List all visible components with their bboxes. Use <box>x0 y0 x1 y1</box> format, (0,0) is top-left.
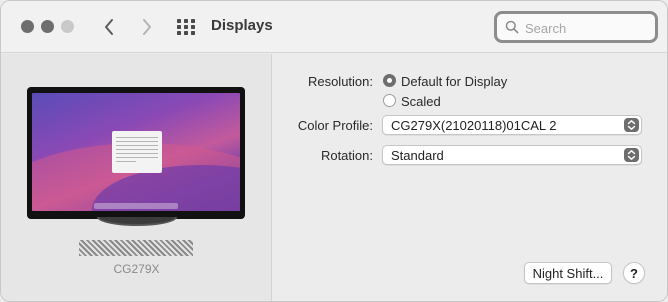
minimize-window-button[interactable] <box>41 20 54 33</box>
search-field[interactable] <box>494 11 658 43</box>
rotation-value: Standard <box>391 148 444 163</box>
close-window-button[interactable] <box>21 20 34 33</box>
display-name: CG279X <box>113 262 160 276</box>
chevron-left-icon <box>105 19 113 35</box>
zoom-window-button[interactable] <box>61 20 74 33</box>
display-settings-pane: Resolution: Default for Display Scaled C… <box>273 54 667 301</box>
window-title: Displays <box>211 17 273 34</box>
show-all-button[interactable] <box>175 17 197 37</box>
back-button[interactable] <box>97 14 121 40</box>
color-profile-label: Color Profile: <box>297 118 373 133</box>
chevron-right-icon <box>143 19 151 35</box>
color-profile-value: CG279X(21020118)01CAL 2 <box>391 118 557 133</box>
resolution-scaled-radio[interactable] <box>383 94 396 107</box>
display-preview-pane: CG279X <box>1 54 272 301</box>
screen-window-thumbnail <box>112 131 162 173</box>
night-shift-button[interactable]: Night Shift... <box>524 262 612 284</box>
resolution-label: Resolution: <box>307 74 373 89</box>
updown-chevron-icon <box>624 148 639 162</box>
resolution-scaled-label[interactable]: Scaled <box>401 94 441 109</box>
title-bar: Displays <box>1 1 667 53</box>
system-preferences-window: Displays Search CG279X Resolution: Defau… <box>0 0 668 302</box>
color-profile-select[interactable]: CG279X(21020118)01CAL 2 <box>382 115 642 135</box>
monitor-screen <box>32 93 240 211</box>
search-input[interactable] <box>525 18 649 38</box>
resolution-default-radio[interactable] <box>383 74 396 87</box>
search-icon <box>505 20 519 34</box>
rotation-label: Rotation: <box>320 148 373 163</box>
screen-dock <box>94 203 178 209</box>
help-button[interactable]: ? <box>623 262 645 284</box>
resolution-default-label[interactable]: Default for Display <box>401 74 507 89</box>
monitor-image <box>27 87 245 219</box>
rotation-select[interactable]: Standard <box>382 145 642 165</box>
updown-chevron-icon <box>624 118 639 132</box>
monitor-stand-base <box>97 217 177 226</box>
redacted-serial <box>79 240 193 256</box>
grid-icon <box>177 19 195 35</box>
forward-button[interactable] <box>135 14 159 40</box>
